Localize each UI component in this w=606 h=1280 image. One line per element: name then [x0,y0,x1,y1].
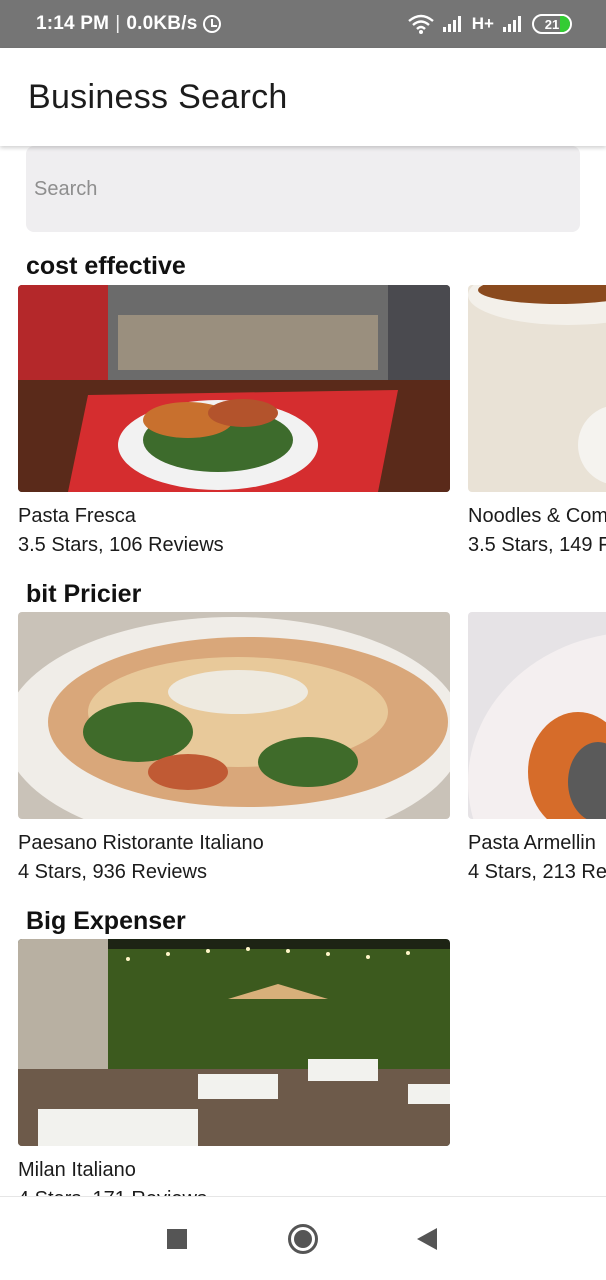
business-rating-reviews: 4 Stars, 213 Re [468,861,606,883]
patio-photo [18,939,450,1146]
search-box[interactable] [26,146,580,232]
business-image [468,612,606,819]
business-rating-reviews: 3.5 Stars, 106 Reviews [18,534,224,556]
business-card[interactable]: Noodles & Com 3.5 Stars, 149 F [468,285,606,565]
back-triangle-icon [417,1228,437,1250]
status-left: 1:14 PM | 0.0KB/s [36,0,222,48]
section-title-big-expenser: Big Expenser [26,907,186,935]
business-card[interactable]: Pasta Fresca 3.5 Stars, 106 Reviews [18,285,450,565]
business-image [18,612,450,819]
status-speed: 0.0KB/s [126,13,198,34]
business-rating-reviews: 3.5 Stars, 149 F [468,534,606,556]
section-title-cost-effective: cost effective [26,252,186,280]
business-image [18,939,450,1146]
business-name: Pasta Fresca [18,505,136,527]
battery-level: 21 [544,16,560,32]
food-photo [18,285,450,492]
status-bar: 1:14 PM | 0.0KB/s H+ 21 [0,0,606,48]
signal-icon [442,16,461,32]
business-image [468,285,606,492]
status-time: 1:14 PM [36,13,110,34]
business-image [18,285,450,492]
recents-square-icon [167,1229,187,1249]
business-name: Pasta Armellin [468,832,596,854]
status-separator: | [115,13,121,34]
business-name: Milan Italiano [18,1159,136,1181]
recents-button[interactable] [137,1197,217,1280]
alarm-icon [203,15,222,33]
network-type: H+ [471,14,494,33]
back-button[interactable] [387,1197,467,1280]
food-photo [468,285,606,492]
signal-icon-2 [503,16,521,32]
battery-fill [560,16,570,32]
food-photo [468,612,606,819]
section-title-bit-pricier: bit Pricier [26,580,142,608]
status-right: H+ 21 [408,0,572,48]
business-card[interactable]: Pasta Armellin 4 Stars, 213 Re [468,612,606,892]
battery-icon: 21 [532,14,572,34]
business-name: Noodles & Com [468,505,606,527]
food-photo [18,612,450,819]
app-bar: Business Search [0,48,606,146]
business-name: Paesano Ristorante Italiano [18,832,264,854]
home-button[interactable] [263,1197,343,1280]
search-input[interactable] [26,146,580,232]
wifi-icon [408,14,434,34]
page-title: Business Search [28,78,288,116]
business-rating-reviews: 4 Stars, 936 Reviews [18,861,207,883]
system-nav-bar [0,1196,606,1280]
business-card[interactable]: Milan Italiano 4 Stars, 171 Reviews [18,939,450,1219]
business-card[interactable]: Paesano Ristorante Italiano 4 Stars, 936… [18,612,450,892]
home-circle-icon [288,1224,318,1254]
